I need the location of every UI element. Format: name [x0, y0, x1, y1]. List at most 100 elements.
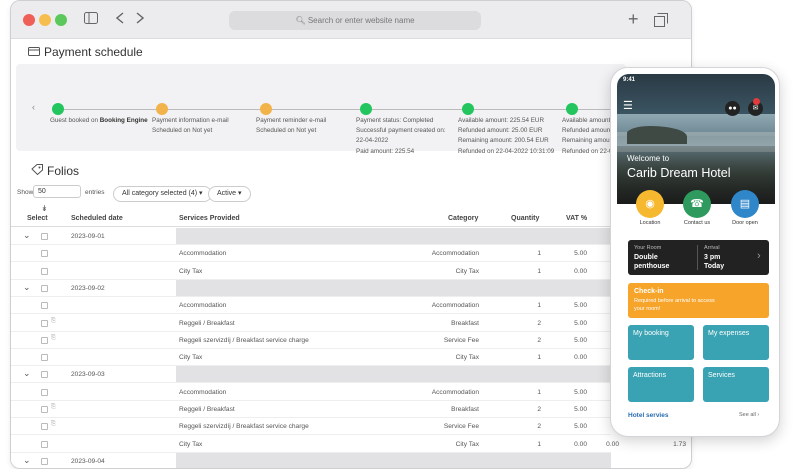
row-checkbox[interactable]	[41, 250, 48, 258]
maximize-window-button[interactable]	[55, 14, 67, 26]
row-checkbox[interactable]	[41, 388, 48, 396]
room-card[interactable]: Your Room Double penthouse Arrival 3 pm …	[628, 240, 769, 275]
checkin-card[interactable]: Check-in Required before arrival to acce…	[628, 283, 769, 318]
room-label: Your Room	[634, 245, 662, 251]
timeline-step-line: Payment information e-mail	[152, 117, 229, 124]
minimize-window-button[interactable]	[39, 14, 51, 26]
header-category[interactable]: Category	[448, 215, 478, 222]
chevron-down-icon: ▾	[199, 190, 203, 197]
group-row-band	[176, 279, 611, 296]
folio-date-group-row[interactable]: ⌄ 2023-09-04	[11, 452, 611, 468]
tile-my-booking[interactable]: My booking	[628, 325, 694, 360]
welcome-text: Welcome to	[627, 154, 670, 163]
folio-date-group-row[interactable]: ⌄ 2023-09-03	[11, 366, 611, 384]
see-all-link[interactable]: See all ›	[739, 412, 759, 418]
folio-date-group-row[interactable]: ⌄ 2023-09-01	[11, 228, 611, 245]
collapse-chevron-icon[interactable]: ⌄	[23, 455, 31, 466]
row-checkbox[interactable]	[41, 336, 48, 344]
table-row: ⎘ Reggeli / Breakfast Breakfast 2 5.00	[11, 401, 611, 418]
checkin-title: Check-in	[634, 288, 664, 295]
header-vat[interactable]: VAT %	[566, 215, 587, 222]
new-tab-plus-icon[interactable]: +	[628, 10, 639, 28]
timeline-step-line: Remaining amount: 200.54 EUR	[458, 137, 549, 145]
timeline-step-line: Refunded on 22-04-2022 10:31:09	[458, 147, 555, 155]
tile-my-expenses[interactable]: My expenses	[703, 325, 769, 360]
scheduled-date: 2023-09-02	[71, 284, 105, 292]
folio-date-group-row[interactable]: ⌄ 2023-09-02	[11, 279, 611, 297]
group-row-band	[176, 452, 611, 468]
row-checkbox[interactable]	[41, 371, 48, 379]
table-row: Accommodation Accommodation 1 5.00	[11, 245, 611, 263]
row-checkbox[interactable]	[41, 233, 48, 240]
row-checkbox[interactable]	[41, 406, 48, 413]
door-icon[interactable]: ▤	[731, 190, 759, 218]
row-checkbox[interactable]	[41, 423, 48, 431]
folios-heading: Folios	[31, 164, 79, 178]
show-label: Show	[17, 189, 34, 196]
collapse-chevron-icon[interactable]: ⌄	[23, 368, 31, 379]
total-amount: 1.73	[673, 440, 686, 448]
scheduled-date: 2023-09-01	[71, 233, 105, 240]
vat-value: 5.00	[574, 250, 587, 258]
collapse-chevron-icon[interactable]: ⌄	[23, 230, 31, 241]
forward-arrow-icon[interactable]	[136, 12, 145, 28]
row-checkbox[interactable]	[41, 457, 48, 465]
row-checkbox[interactable]	[41, 302, 48, 310]
payment-timeline: ‹ Guest booked on Booking Engine Payment …	[16, 64, 626, 155]
timeline-prev-arrow-icon[interactable]: ‹	[32, 102, 35, 112]
header-scheduled-date[interactable]: Scheduled date	[71, 215, 123, 222]
timeline-step-marker	[360, 103, 372, 115]
vat-value: 5.00	[574, 319, 587, 327]
phone-icon[interactable]: ☎	[683, 190, 711, 218]
timeline-step-text: Guest booked on Booking Engine	[50, 116, 148, 126]
chevron-down-icon: ▾	[238, 190, 242, 197]
tile-services-label: Services	[708, 372, 735, 379]
vat-value: 5.00	[574, 336, 587, 344]
address-bar[interactable]: 🔍︎ Search or enter website name	[229, 11, 481, 30]
row-checkbox[interactable]	[41, 267, 48, 275]
row-checkbox[interactable]	[41, 440, 48, 448]
status-filter[interactable]: Active ▾	[208, 186, 251, 202]
quantity-value: 2	[537, 423, 541, 431]
tile-my-booking-label: My booking	[633, 330, 669, 337]
group-row-band	[176, 366, 611, 383]
quick-action-label: Door open	[732, 220, 758, 226]
close-window-button[interactable]	[23, 14, 35, 26]
arrival-day: Today	[704, 263, 725, 270]
tabs-overview-icon[interactable]	[654, 13, 668, 31]
expand-all-icon[interactable]: ↡	[41, 204, 48, 213]
service-name: Reggeli / Breakfast	[179, 406, 235, 413]
checkin-subtitle-line2: your room!	[634, 306, 661, 312]
row-checkbox[interactable]	[41, 284, 48, 292]
collapse-chevron-icon[interactable]: ⌄	[23, 282, 31, 293]
arrival-label: Arrival	[704, 245, 720, 251]
location-pin-icon[interactable]: ◉	[636, 190, 664, 218]
tile-attractions[interactable]: Attractions	[628, 367, 694, 402]
header-quantity[interactable]: Quantity	[511, 215, 539, 222]
header-services[interactable]: Services Provided	[179, 215, 240, 222]
status-filter-label: Active	[217, 190, 237, 197]
back-arrow-icon[interactable]	[115, 12, 124, 28]
hotel-services-heading: Hotel servies	[628, 412, 669, 419]
sidebar-icon[interactable]	[84, 12, 98, 28]
payment-schedule-heading: Payment schedule	[28, 45, 143, 59]
category-filter-label: All category selected (4)	[122, 190, 198, 197]
row-checkbox[interactable]	[41, 319, 48, 327]
tile-my-expenses-label: My expenses	[708, 330, 750, 337]
browser-window: 🔍︎ Search or enter website name + Paymen…	[10, 0, 692, 469]
category-filter[interactable]: All category selected (4) ▾	[113, 186, 212, 202]
hamburger-menu-icon[interactable]: ☰	[623, 99, 633, 112]
entries-select[interactable]: 50	[33, 185, 81, 198]
quantity-value: 2	[537, 406, 541, 413]
service-name: City Tax	[179, 267, 203, 275]
service-name: Accommodation	[179, 250, 227, 258]
see-all-label: See all	[739, 412, 756, 418]
vat-value: 5.00	[574, 388, 587, 396]
quantity-value: 2	[537, 336, 541, 344]
people-icon[interactable]: ●●	[725, 101, 740, 116]
tile-services[interactable]: Services	[703, 367, 769, 402]
row-checkbox[interactable]	[41, 354, 48, 362]
phone-mockup: 9:41 ☰ ●● ✉ Welcome to Carib Dream Hotel…	[610, 67, 780, 437]
service-name: Reggeli szervizdíj / Breakfast service c…	[179, 423, 309, 431]
table-row: ⎘ Reggeli szervizdíj / Breakfast service …	[11, 418, 611, 436]
